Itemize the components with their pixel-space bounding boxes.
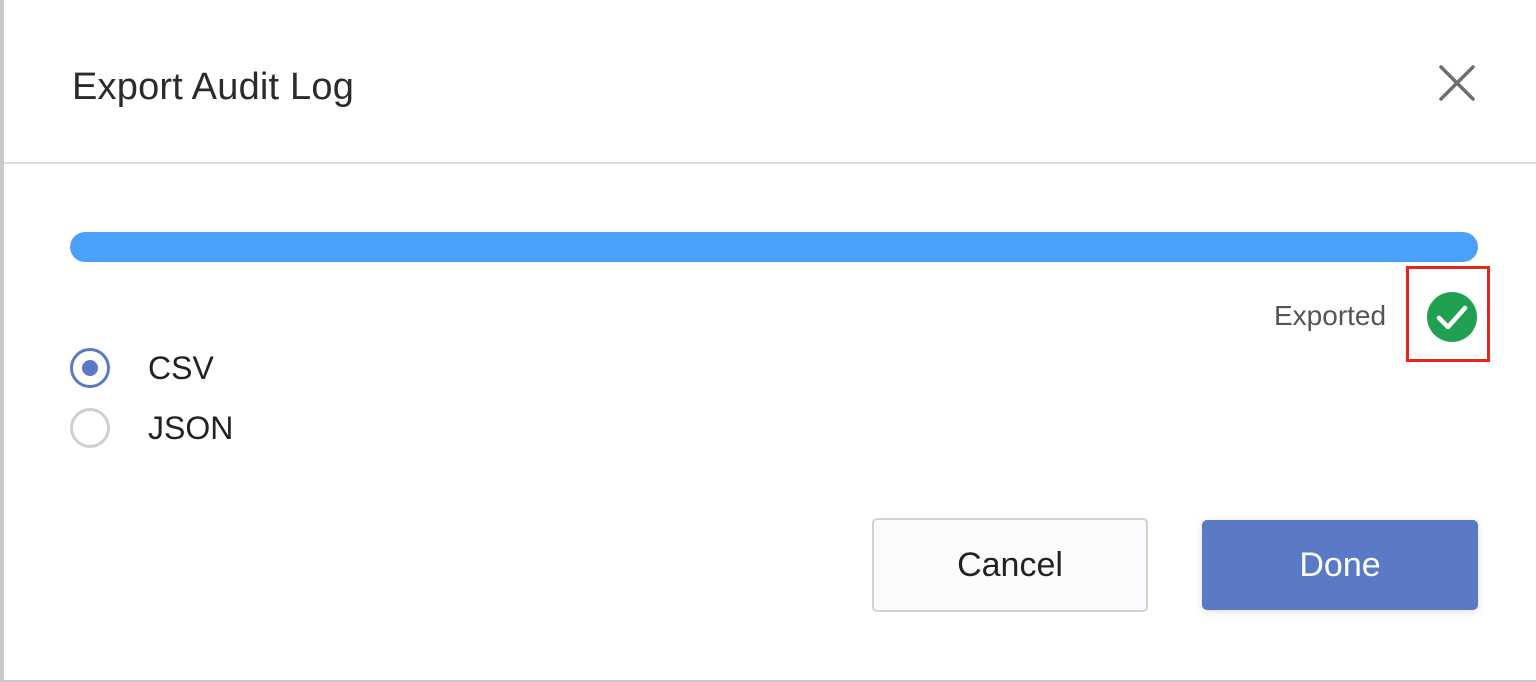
radio-json[interactable] xyxy=(70,408,110,448)
export-progress-bar xyxy=(70,232,1478,262)
export-progress-fill xyxy=(70,232,1478,262)
format-option-csv[interactable]: CSV xyxy=(70,346,214,390)
radio-csv[interactable] xyxy=(70,348,110,388)
format-option-json[interactable]: JSON xyxy=(70,406,233,450)
radio-label-csv: CSV xyxy=(148,350,214,386)
cancel-button[interactable]: Cancel xyxy=(872,518,1148,612)
export-dialog: Export Audit Log Exported CSV JSON Cance… xyxy=(0,0,1536,682)
close-icon xyxy=(1439,65,1475,101)
close-button[interactable] xyxy=(1434,60,1480,106)
export-status: Exported xyxy=(1274,292,1386,340)
status-text: Exported xyxy=(1274,300,1387,331)
radio-label-json: JSON xyxy=(148,410,234,446)
done-button[interactable]: Done xyxy=(1202,520,1478,610)
status-icon-highlight xyxy=(1406,266,1490,362)
dialog-title: Export Audit Log xyxy=(72,66,355,108)
check-circle-icon xyxy=(1427,292,1477,342)
dialog-header: Export Audit Log xyxy=(4,0,1536,164)
